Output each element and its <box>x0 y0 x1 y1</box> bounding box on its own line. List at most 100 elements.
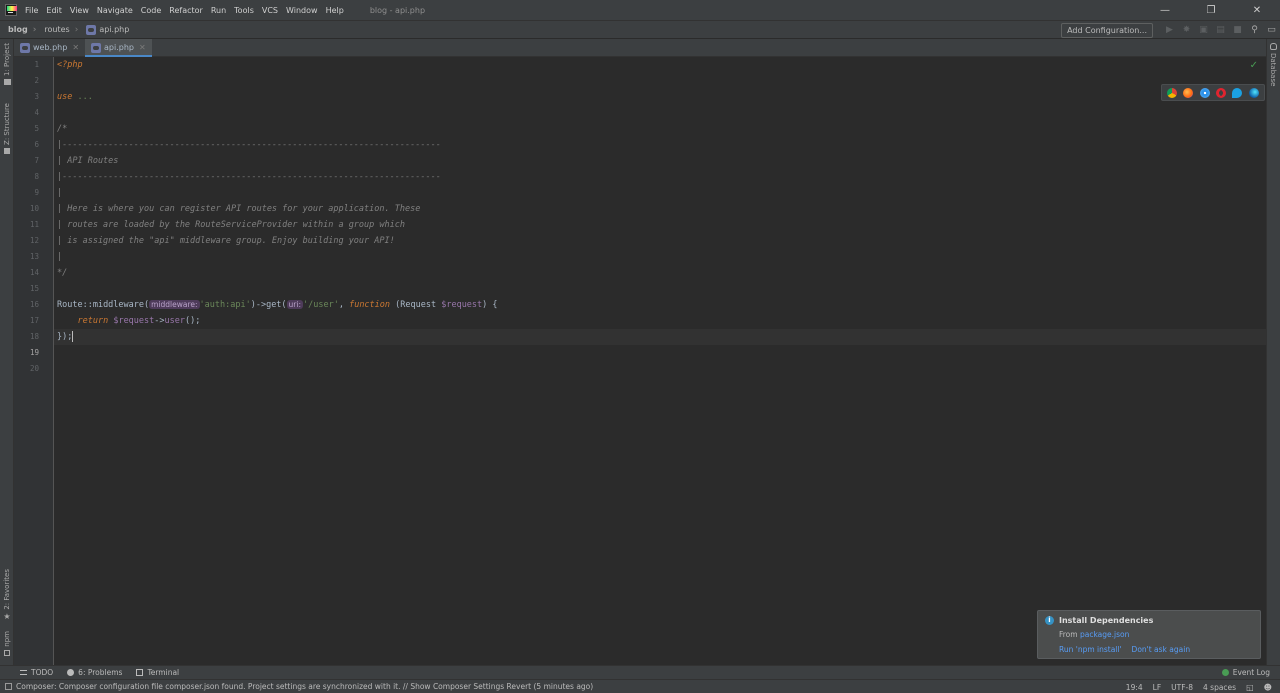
list-icon <box>20 670 27 675</box>
package-json-link[interactable]: package.json <box>1080 630 1129 639</box>
window-title: blog - api.php <box>369 5 426 15</box>
caret-position[interactable]: 19:4 <box>1126 683 1143 692</box>
menu-edit[interactable]: Edit <box>46 6 62 15</box>
toolbar-right: Add Configuration... ▶ ✸ ▣ ▤ ■ ⚲ ▭ <box>1061 21 1280 39</box>
structure-tool-tab[interactable]: Z: Structure <box>1 103 13 154</box>
bottom-tool-tabs: TODO 6: Problems Terminal Event Log <box>0 665 1280 679</box>
layout-icon[interactable]: ▭ <box>1263 22 1280 39</box>
structure-icon <box>4 147 10 154</box>
file-encoding[interactable]: UTF-8 <box>1171 683 1193 692</box>
code-editor[interactable]: 1 2 3 4 5 6 7 8 9 10 11 12 13 14 15 16 1… <box>14 57 1266 665</box>
indent-setting[interactable]: 4 spaces <box>1203 683 1236 692</box>
database-tool-tab[interactable]: Database <box>1269 43 1277 86</box>
run-icon[interactable]: ▶ <box>1161 22 1178 39</box>
menu-run[interactable]: Run <box>211 6 226 15</box>
left-tool-strip: 1: Project Z: Structure 2: Favorites ★ n… <box>0 39 14 665</box>
menu-code[interactable]: Code <box>141 6 161 15</box>
line-number: 1 <box>34 60 39 69</box>
line-number: 4 <box>34 108 39 117</box>
code-line-11: | Here is where you can register API rou… <box>57 204 421 214</box>
tab-web-php[interactable]: web.php ✕ <box>14 39 85 56</box>
status-bar: Composer: Composer configuration file co… <box>0 679 1280 693</box>
project-tool-tab[interactable]: 1: Project <box>1 43 13 85</box>
debug-icon[interactable]: ✸ <box>1178 22 1195 39</box>
browser-preview-bar <box>1161 84 1265 101</box>
function-keyword: function <box>349 300 391 310</box>
problems-label: 6: Problems <box>78 668 123 677</box>
notification-source: From package.json <box>1059 630 1129 639</box>
from-label: From <box>1059 630 1080 639</box>
close-icon[interactable]: ✕ <box>72 43 79 52</box>
terminal-tool-tab[interactable]: Terminal <box>136 668 179 677</box>
menu-window[interactable]: Window <box>286 6 318 15</box>
params-open: (Request <box>390 300 442 310</box>
line-number: 11 <box>29 220 39 229</box>
breadcrumb-folder[interactable]: routes › <box>44 25 78 35</box>
menu-help[interactable]: Help <box>326 6 344 15</box>
menu-file[interactable]: File <box>25 6 38 15</box>
stop-icon[interactable]: ■ <box>1229 22 1246 39</box>
favorites-tool-tab[interactable]: 2: Favorites ★ <box>1 569 13 621</box>
firefox-icon[interactable] <box>1183 87 1194 98</box>
safari-icon[interactable] <box>1199 87 1210 98</box>
navigation-bar: blog › routes › api.php Add Configuratio… <box>0 20 1280 39</box>
user-method: user <box>164 316 186 326</box>
problems-icon <box>67 669 75 676</box>
use-keyword: use <box>57 92 73 102</box>
code-line-14: | <box>57 252 63 262</box>
php-file-icon <box>86 24 97 35</box>
code-line-13: | is assigned the "api" middleware group… <box>57 236 395 246</box>
todo-tool-tab[interactable]: TODO <box>20 668 53 677</box>
structure-tool-label: Z: Structure <box>3 103 11 145</box>
tab-api-php[interactable]: api.php ✕ <box>85 39 152 57</box>
npm-icon <box>4 649 10 656</box>
dont-ask-again-link[interactable]: Don't ask again <box>1132 645 1191 654</box>
internet-explorer-icon[interactable] <box>1232 87 1243 98</box>
profile-icon[interactable]: ▤ <box>1212 22 1229 39</box>
folder-icon <box>3 79 11 85</box>
line-separator[interactable]: LF <box>1153 683 1162 692</box>
add-configuration-button[interactable]: Add Configuration... <box>1061 22 1153 38</box>
call-end: (); <box>185 316 201 326</box>
breadcrumb-project[interactable]: blog › <box>8 25 36 35</box>
opera-icon[interactable] <box>1216 87 1227 98</box>
chevron-right-icon: › <box>32 24 37 35</box>
code-line-15: */ <box>57 268 68 278</box>
coverage-icon[interactable]: ▣ <box>1195 22 1212 39</box>
line-number-gutter[interactable]: 1 2 3 4 5 6 7 8 9 10 11 12 13 14 15 16 1… <box>14 57 54 665</box>
status-window-icon[interactable] <box>5 683 12 690</box>
status-message[interactable]: Composer: Composer configuration file co… <box>16 682 593 691</box>
code-line-10: | <box>57 188 63 198</box>
minimize-icon[interactable]: — <box>1142 0 1188 20</box>
line-number: 9 <box>34 188 39 197</box>
param-hint-uri: uri: <box>286 300 303 309</box>
lock-icon[interactable]: ◱ <box>1246 683 1254 692</box>
close-icon[interactable]: ✕ <box>1234 0 1280 20</box>
inspector-icon[interactable]: ☻ <box>1264 683 1272 692</box>
menu-navigate[interactable]: Navigate <box>97 6 133 15</box>
npm-tool-tab[interactable]: npm <box>1 631 13 656</box>
close-icon[interactable]: ✕ <box>139 43 146 52</box>
phpstorm-logo-icon <box>5 4 17 16</box>
problems-tool-tab[interactable]: 6: Problems <box>67 668 122 677</box>
edge-icon[interactable] <box>1248 87 1259 98</box>
chrome-icon[interactable] <box>1167 87 1178 98</box>
menu-view[interactable]: View <box>70 6 89 15</box>
menu-tools[interactable]: Tools <box>234 6 254 15</box>
run-npm-install-link[interactable]: Run 'npm install' <box>1059 645 1122 654</box>
code-area[interactable]: <?php use ... /* |----------------------… <box>54 57 1266 665</box>
code-line-12: | routes are loaded by the RouteServiceP… <box>57 220 405 230</box>
code-line-3: use ... <box>57 89 93 105</box>
search-icon[interactable]: ⚲ <box>1246 22 1263 39</box>
restore-icon[interactable]: ❐ <box>1188 0 1234 20</box>
folded-imports[interactable]: ... <box>72 92 92 102</box>
menu-vcs[interactable]: VCS <box>262 6 278 15</box>
line-number: 17 <box>29 316 39 325</box>
database-icon <box>1269 43 1277 50</box>
php-file-icon <box>20 42 30 53</box>
event-log-tool-tab[interactable]: Event Log <box>1221 668 1270 677</box>
checkmark-icon[interactable]: ✓ <box>1250 60 1258 71</box>
line-number: 16 <box>29 300 39 309</box>
breadcrumb-file[interactable]: api.php <box>86 24 129 35</box>
menu-refactor[interactable]: Refactor <box>169 6 203 15</box>
